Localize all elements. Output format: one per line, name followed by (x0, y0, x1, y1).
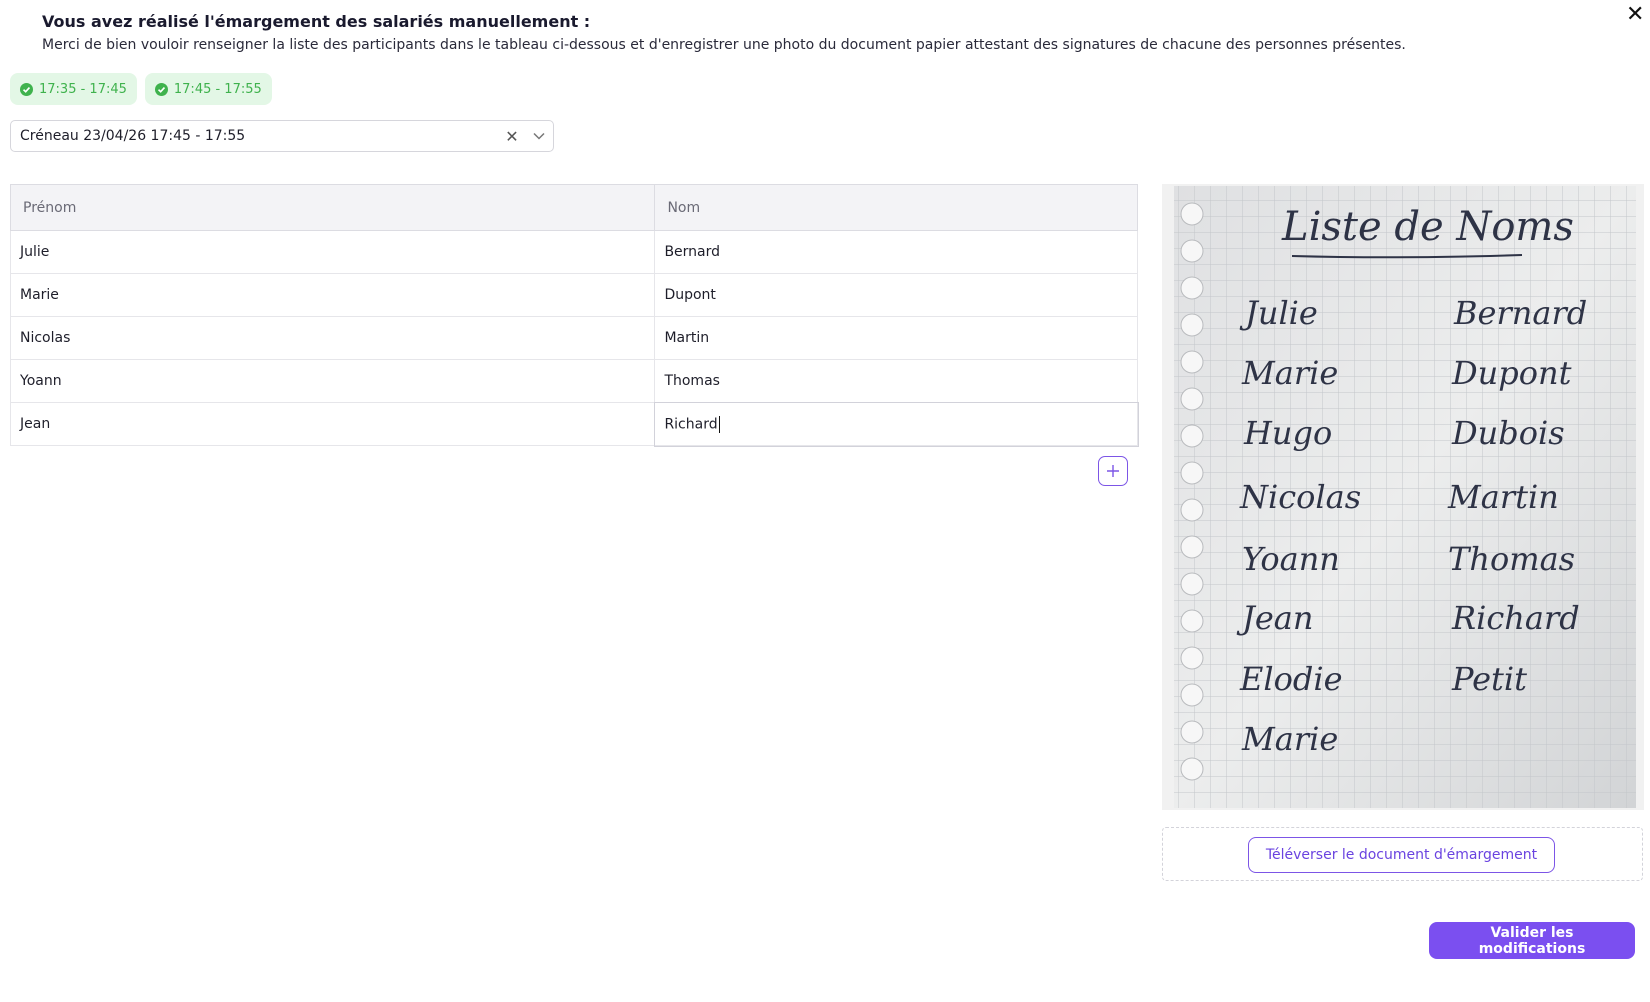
document-last-name: Richard (1451, 599, 1580, 637)
close-icon[interactable]: ✕ (1626, 4, 1644, 26)
nom-cell[interactable]: Martin (654, 316, 1138, 360)
slot-chip[interactable]: 17:45 - 17:55 (144, 73, 272, 105)
prenom-cell[interactable]: Jean (9, 402, 656, 446)
plus-icon (1107, 465, 1119, 477)
document-first-name: Elodie (1239, 660, 1343, 698)
document-last-name: Thomas (1448, 540, 1575, 578)
page-title: Vous avez réalisé l'émargement des salar… (42, 12, 591, 31)
prenom-cell[interactable]: Yoann (9, 359, 656, 403)
slot-chip-label: 17:45 - 17:55 (173, 81, 262, 97)
document-last-name: Petit (1451, 660, 1527, 698)
column-header-prenom[interactable]: Prénom (9, 184, 656, 231)
document-first-name: Hugo (1243, 414, 1332, 452)
chevron-down-icon[interactable] (525, 132, 553, 140)
document-first-name: Nicolas (1239, 478, 1361, 516)
prenom-cell[interactable]: Marie (9, 273, 656, 317)
prenom-cell[interactable]: Julie (9, 230, 656, 274)
document-first-name: Yoann (1242, 540, 1340, 578)
document-first-name: Marie (1241, 354, 1338, 392)
nom-cell-text: Richard (664, 416, 718, 432)
text-caret (718, 415, 720, 433)
slot-chips: 17:35 - 17:45 17:45 - 17:55 (10, 73, 272, 105)
validate-button[interactable]: Valider les modifications (1429, 922, 1635, 959)
table-row: Nicolas Martin (9, 316, 1138, 360)
column-header-nom[interactable]: Nom (654, 184, 1138, 231)
nom-cell-editing[interactable]: Richard (653, 401, 1139, 447)
table-row: Yoann Thomas (9, 359, 1138, 403)
add-row-button[interactable] (1098, 456, 1128, 486)
check-circle-icon (20, 82, 33, 96)
document-first-name: Jean (1236, 599, 1313, 637)
document-title: Liste de Noms (1281, 204, 1574, 250)
participants-table: Prénom Nom Julie Bernard Marie Dupont Ni… (9, 184, 1139, 447)
document-first-name: Julie (1239, 294, 1318, 332)
clear-icon[interactable]: ✕ (499, 127, 525, 146)
slot-select[interactable]: Créneau 23/04/26 17:45 - 17:55 ✕ (10, 120, 554, 152)
table-row: Jean Richard (9, 401, 1139, 447)
attendance-document-photo: Liste de Noms Julie Bernard Marie Dupont… (1162, 184, 1644, 810)
table-row: Julie Bernard (9, 230, 1138, 274)
document-first-name: Marie (1241, 720, 1338, 758)
slot-chip-label: 17:35 - 17:45 (39, 81, 127, 97)
document-last-name: Dubois (1451, 414, 1565, 452)
prenom-cell[interactable]: Nicolas (9, 316, 656, 360)
nom-cell[interactable]: Thomas (654, 359, 1138, 403)
document-last-name: Bernard (1453, 294, 1587, 332)
document-last-name: Dupont (1451, 354, 1572, 392)
check-circle-icon (154, 82, 168, 96)
table-row: Marie Dupont (9, 273, 1138, 317)
slot-select-value: Créneau 23/04/26 17:45 - 17:55 (20, 128, 246, 144)
document-last-name: Martin (1447, 478, 1559, 516)
nom-cell[interactable]: Dupont (654, 273, 1138, 317)
upload-document-button[interactable]: Téléverser le document d'émargement (1248, 837, 1555, 873)
page-subtitle: Merci de bien vouloir renseigner la list… (42, 37, 1406, 53)
slot-chip[interactable]: 17:35 - 17:45 (10, 73, 137, 105)
nom-cell[interactable]: Bernard (654, 230, 1138, 274)
